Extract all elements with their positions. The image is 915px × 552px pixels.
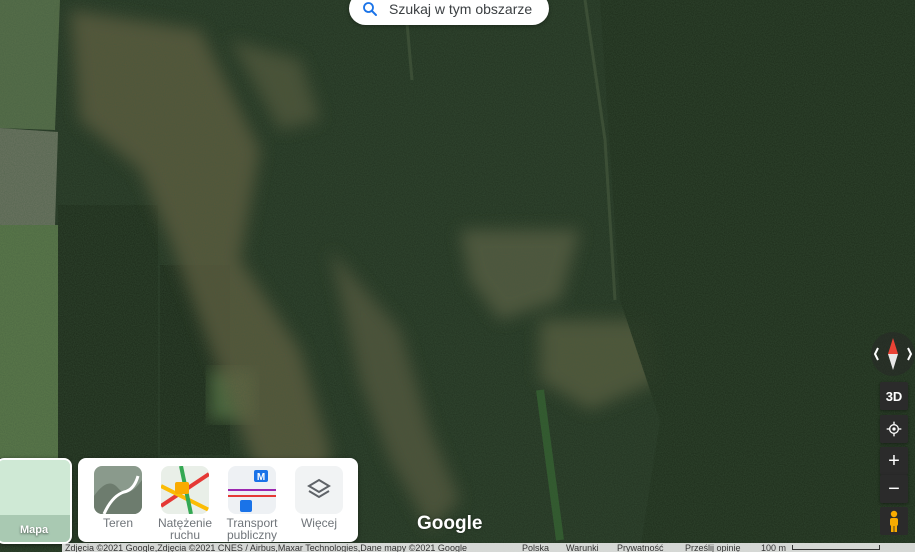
terms-link[interactable]: Warunki bbox=[566, 543, 599, 552]
layer-traffic[interactable]: Natężenie ruchu bbox=[154, 466, 216, 541]
transit-thumbnail: M bbox=[228, 466, 276, 514]
zoom-in-button[interactable]: + bbox=[880, 447, 908, 475]
compass-icon bbox=[873, 338, 913, 370]
my-location-button[interactable] bbox=[880, 415, 908, 443]
svg-text:M: M bbox=[257, 472, 265, 483]
layer-terrain[interactable]: Teren bbox=[87, 466, 149, 529]
google-logo: Google bbox=[417, 513, 483, 534]
street-view-pegman-button[interactable] bbox=[880, 507, 908, 535]
search-this-area-button[interactable]: Szukaj w tym obszarze bbox=[349, 0, 549, 25]
attribution-footer: Zdjęcia ©2021 Google,Zdjęcia ©2021 CNES … bbox=[62, 543, 915, 552]
more-layers-thumbnail bbox=[295, 466, 343, 514]
layer-more-label: Więcej bbox=[300, 516, 337, 530]
my-location-icon bbox=[886, 421, 902, 437]
layer-terrain-label: Teren bbox=[102, 516, 134, 530]
terrain-thumbnail bbox=[94, 466, 142, 514]
feedback-link[interactable]: Prześlij opinię bbox=[685, 543, 741, 552]
zoom-out-button[interactable]: − bbox=[880, 475, 908, 503]
basemap-toggle-map[interactable]: Mapa bbox=[0, 458, 72, 544]
scale-label[interactable]: 100 m bbox=[761, 543, 786, 552]
3d-toggle-button[interactable]: 3D bbox=[880, 382, 908, 410]
layers-panel: Teren Natężenie ruchu M Transport public… bbox=[78, 458, 358, 542]
layers-icon bbox=[307, 478, 331, 499]
traffic-thumbnail bbox=[161, 466, 209, 514]
attribution-text: Zdjęcia ©2021 Google,Zdjęcia ©2021 CNES … bbox=[65, 543, 467, 552]
basemap-label: Mapa bbox=[19, 524, 49, 536]
layer-transit-label-2: publiczny bbox=[226, 528, 278, 542]
privacy-link[interactable]: Prywatność bbox=[617, 543, 664, 552]
layer-more[interactable]: Więcej bbox=[288, 466, 350, 529]
country-link[interactable]: Polska bbox=[522, 543, 549, 552]
scale-bar bbox=[792, 545, 880, 550]
search-icon bbox=[363, 1, 377, 16]
search-this-area-label: Szukaj w tym obszarze bbox=[389, 0, 533, 17]
compass-control[interactable] bbox=[871, 332, 915, 376]
pegman-icon bbox=[890, 510, 898, 532]
layer-transit[interactable]: M Transport publiczny bbox=[221, 466, 283, 541]
layer-traffic-label-2: ruchu bbox=[169, 528, 201, 542]
